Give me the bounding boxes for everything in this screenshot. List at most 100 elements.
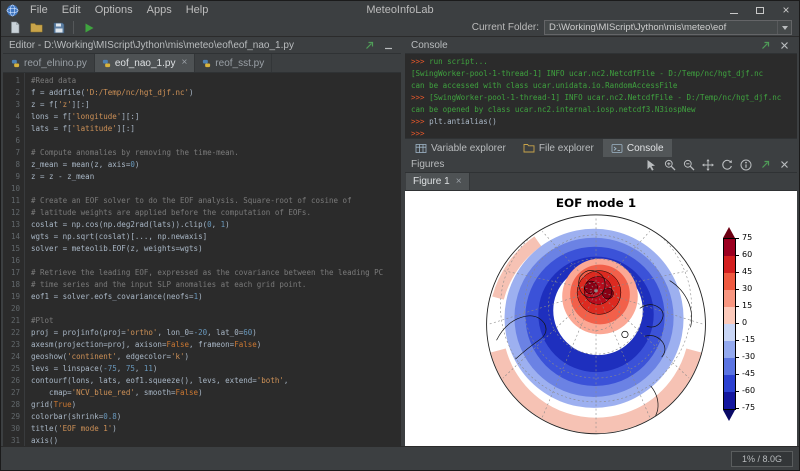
code-token: ) xyxy=(252,328,257,337)
figures-panel: Figures xyxy=(405,157,797,446)
zoom-in-icon[interactable] xyxy=(663,158,677,172)
editor-tab-eof_nao_1.py[interactable]: eof_nao_1.py × xyxy=(95,54,195,72)
toolbar-separator xyxy=(73,21,74,34)
close-button[interactable]: × xyxy=(773,1,799,19)
code-lines: #Read dataf = addfile('D:/Temp/nc/hgt_dj… xyxy=(25,73,401,446)
menu-file[interactable]: File xyxy=(23,1,55,19)
code-line: contourf(lons, lats, eof1.squeeze(), lev… xyxy=(31,375,401,387)
editor-panel-header: Editor - D:\Working\MIScript\Jython\mis\… xyxy=(3,37,401,54)
editor-tab-close-icon[interactable]: × xyxy=(181,58,187,68)
figure-toolbar xyxy=(644,158,791,172)
maximize-button[interactable] xyxy=(747,1,773,19)
code-line: proj = projinfo(proj='ortho', lon_0=-20,… xyxy=(31,327,401,339)
code-token: 0.8 xyxy=(103,412,117,421)
console-close-icon[interactable] xyxy=(777,38,791,52)
figures-close-icon[interactable] xyxy=(777,158,791,172)
code-token: 'ortho' xyxy=(126,328,158,337)
code-token: 'NCV_blue_red' xyxy=(72,388,135,397)
code-line: #Read data xyxy=(31,75,401,87)
console-line: [SwingWorker-pool-1-thread-1] INFO ucar.… xyxy=(411,68,797,80)
line-number: 19 xyxy=(3,291,20,303)
code-token: -75 xyxy=(103,364,117,373)
line-number: 15 xyxy=(3,243,20,255)
editor-tab-label: eof_nao_1.py xyxy=(115,58,176,69)
save-button[interactable] xyxy=(49,20,68,36)
line-number: 26 xyxy=(3,375,20,387)
pan-tool-icon[interactable] xyxy=(701,158,715,172)
figure-canvas[interactable]: EOF mode 1 xyxy=(405,191,797,446)
combo-dropdown-icon[interactable] xyxy=(777,21,791,34)
code-token: z_mean = mean(z, axis= xyxy=(31,160,130,169)
dock-tab-variable-explorer[interactable]: Variable explorer xyxy=(407,139,514,157)
line-number: 18 xyxy=(3,279,20,291)
code-token: 'both' xyxy=(257,376,284,385)
code-token: wgts = np.sqrt(coslat)[..., np.newaxis] xyxy=(31,232,207,241)
line-number: 14 xyxy=(3,231,20,243)
line-number: 22 xyxy=(3,327,20,339)
code-token: False xyxy=(166,340,189,349)
line-number: 10 xyxy=(3,183,20,195)
open-file-button[interactable] xyxy=(27,20,46,36)
editor-panel-icons xyxy=(362,38,395,52)
line-number: 31 xyxy=(3,435,20,446)
code-line: axesm(projection=proj, axison=False, fra… xyxy=(31,339,401,351)
code-token: 75 xyxy=(126,364,135,373)
figures-float-icon[interactable] xyxy=(758,158,772,172)
code-line: # latitude weights are applied before th… xyxy=(31,207,401,219)
rotate-tool-icon[interactable] xyxy=(720,158,734,172)
code-token: geoshow( xyxy=(31,352,67,361)
code-token: coslat = np.cos(np.deg2rad(lats)).clip( xyxy=(31,220,207,229)
code-token: ) xyxy=(257,340,262,349)
minimize-button[interactable] xyxy=(721,1,747,19)
memory-indicator[interactable]: 1% / 8.0G xyxy=(731,451,793,467)
main-toolbar: Current Folder: D:\Working\MIScript\Jyth… xyxy=(1,19,799,37)
editor-minimize-icon[interactable] xyxy=(381,38,395,52)
open-folder-icon xyxy=(30,22,43,33)
console-prompt: >>> xyxy=(411,57,429,66)
select-tool-icon[interactable] xyxy=(644,158,658,172)
code-token: ][:] xyxy=(117,124,135,133)
identify-info-icon[interactable] xyxy=(739,158,753,172)
editor-tab-bar: reof_elnino.py eof_nao_1.py × reof_sst.py xyxy=(3,54,401,73)
new-file-icon xyxy=(9,21,21,34)
figure-tab-close-icon[interactable]: × xyxy=(456,177,462,187)
run-script-button[interactable] xyxy=(79,20,98,36)
editor-tab-reof_sst.py[interactable]: reof_sst.py xyxy=(195,54,272,72)
code-token: lons = f[ xyxy=(31,112,72,121)
code-token: # Create an EOF solver to do the EOF ana… xyxy=(31,196,352,205)
code-line: lats = f['latitude'][:] xyxy=(31,123,401,135)
menu-apps[interactable]: Apps xyxy=(140,1,179,19)
code-token: ][:] xyxy=(72,100,90,109)
dock-tab-console[interactable]: Console xyxy=(603,139,672,157)
console-output[interactable]: >>> run script...[SwingWorker-pool-1-thr… xyxy=(405,54,797,138)
zoom-out-icon[interactable] xyxy=(682,158,696,172)
menu-help[interactable]: Help xyxy=(179,1,216,19)
menu-options[interactable]: Options xyxy=(88,1,140,19)
code-line xyxy=(31,183,401,195)
dock-tab-label: File explorer xyxy=(539,143,594,154)
current-folder-combobox[interactable]: D:\Working\MIScript\Jython\mis\meteo\eof xyxy=(544,20,792,35)
current-folder-value: D:\Working\MIScript\Jython\mis\meteo\eof xyxy=(549,22,777,33)
line-number: 30 xyxy=(3,423,20,435)
variable-table-icon xyxy=(415,143,427,154)
line-number: 5 xyxy=(3,123,20,135)
line-number: 11 xyxy=(3,195,20,207)
line-number: 17 xyxy=(3,267,20,279)
dock-tab-file-explorer[interactable]: File explorer xyxy=(515,139,602,157)
menu-edit[interactable]: Edit xyxy=(55,1,88,19)
code-token: cmap= xyxy=(31,388,72,397)
figures-panel-header: Figures xyxy=(405,157,797,173)
python-file-icon xyxy=(202,59,211,68)
editor-tab-reof_elnino.py[interactable]: reof_elnino.py xyxy=(4,54,95,72)
new-file-button[interactable] xyxy=(5,20,24,36)
code-token: #Read data xyxy=(31,76,76,85)
editor-float-icon[interactable] xyxy=(362,38,376,52)
code-token: 60 xyxy=(243,328,252,337)
line-number: 2 xyxy=(3,87,20,99)
console-panel-header: Console xyxy=(405,37,797,54)
code-editor[interactable]: 1234567891011121314151617181920212223242… xyxy=(3,73,401,446)
figure-tab[interactable]: Figure 1 × xyxy=(406,173,470,190)
console-text: can be accessed with class ucar.unidata.… xyxy=(411,81,677,90)
console-float-icon[interactable] xyxy=(758,38,772,52)
line-number: 27 xyxy=(3,387,20,399)
